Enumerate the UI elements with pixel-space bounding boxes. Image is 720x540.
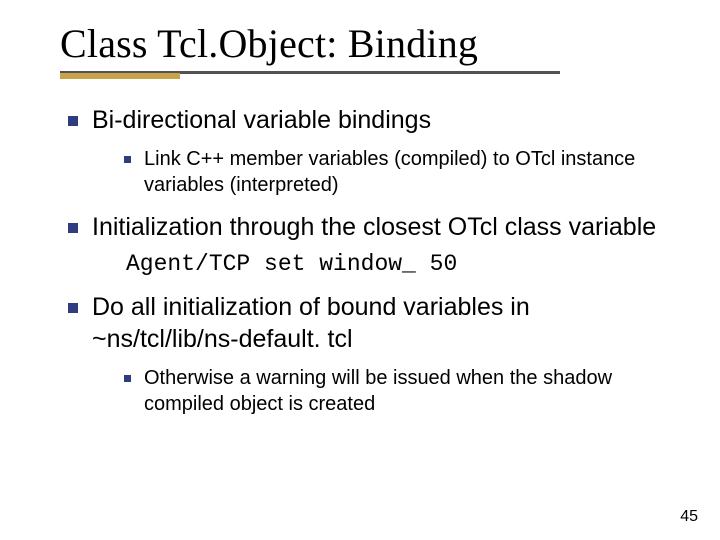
bullet-text: Do all initialization of bound variables… [92, 293, 530, 352]
bullet-item: Bi-directional variable bindings Link C+… [62, 105, 680, 198]
bullet-item: Initialization through the closest OTcl … [62, 212, 680, 278]
slide: Class Tcl.Object: Binding Bi-directional… [0, 0, 720, 540]
sub-bullet-text: Otherwise a warning will be issued when … [144, 367, 612, 415]
page-number: 45 [680, 508, 698, 526]
bullet-text: Bi-directional variable bindings [92, 106, 431, 134]
title-underline [60, 71, 680, 79]
sub-bullet-item: Otherwise a warning will be issued when … [120, 365, 680, 417]
code-line: Agent/TCP set window_ 50 [126, 250, 680, 279]
sub-bullet-item: Link C++ member variables (compiled) to … [120, 146, 680, 198]
bullet-list: Bi-directional variable bindings Link C+… [62, 105, 680, 417]
rule-gold [60, 73, 180, 79]
slide-title: Class Tcl.Object: Binding [60, 20, 680, 67]
bullet-item: Do all initialization of bound variables… [62, 292, 680, 417]
bullet-text: Initialization through the closest OTcl … [92, 213, 656, 241]
sub-bullet-text: Link C++ member variables (compiled) to … [144, 148, 635, 196]
sub-bullet-list: Link C++ member variables (compiled) to … [92, 146, 680, 198]
sub-bullet-list: Otherwise a warning will be issued when … [92, 365, 680, 417]
